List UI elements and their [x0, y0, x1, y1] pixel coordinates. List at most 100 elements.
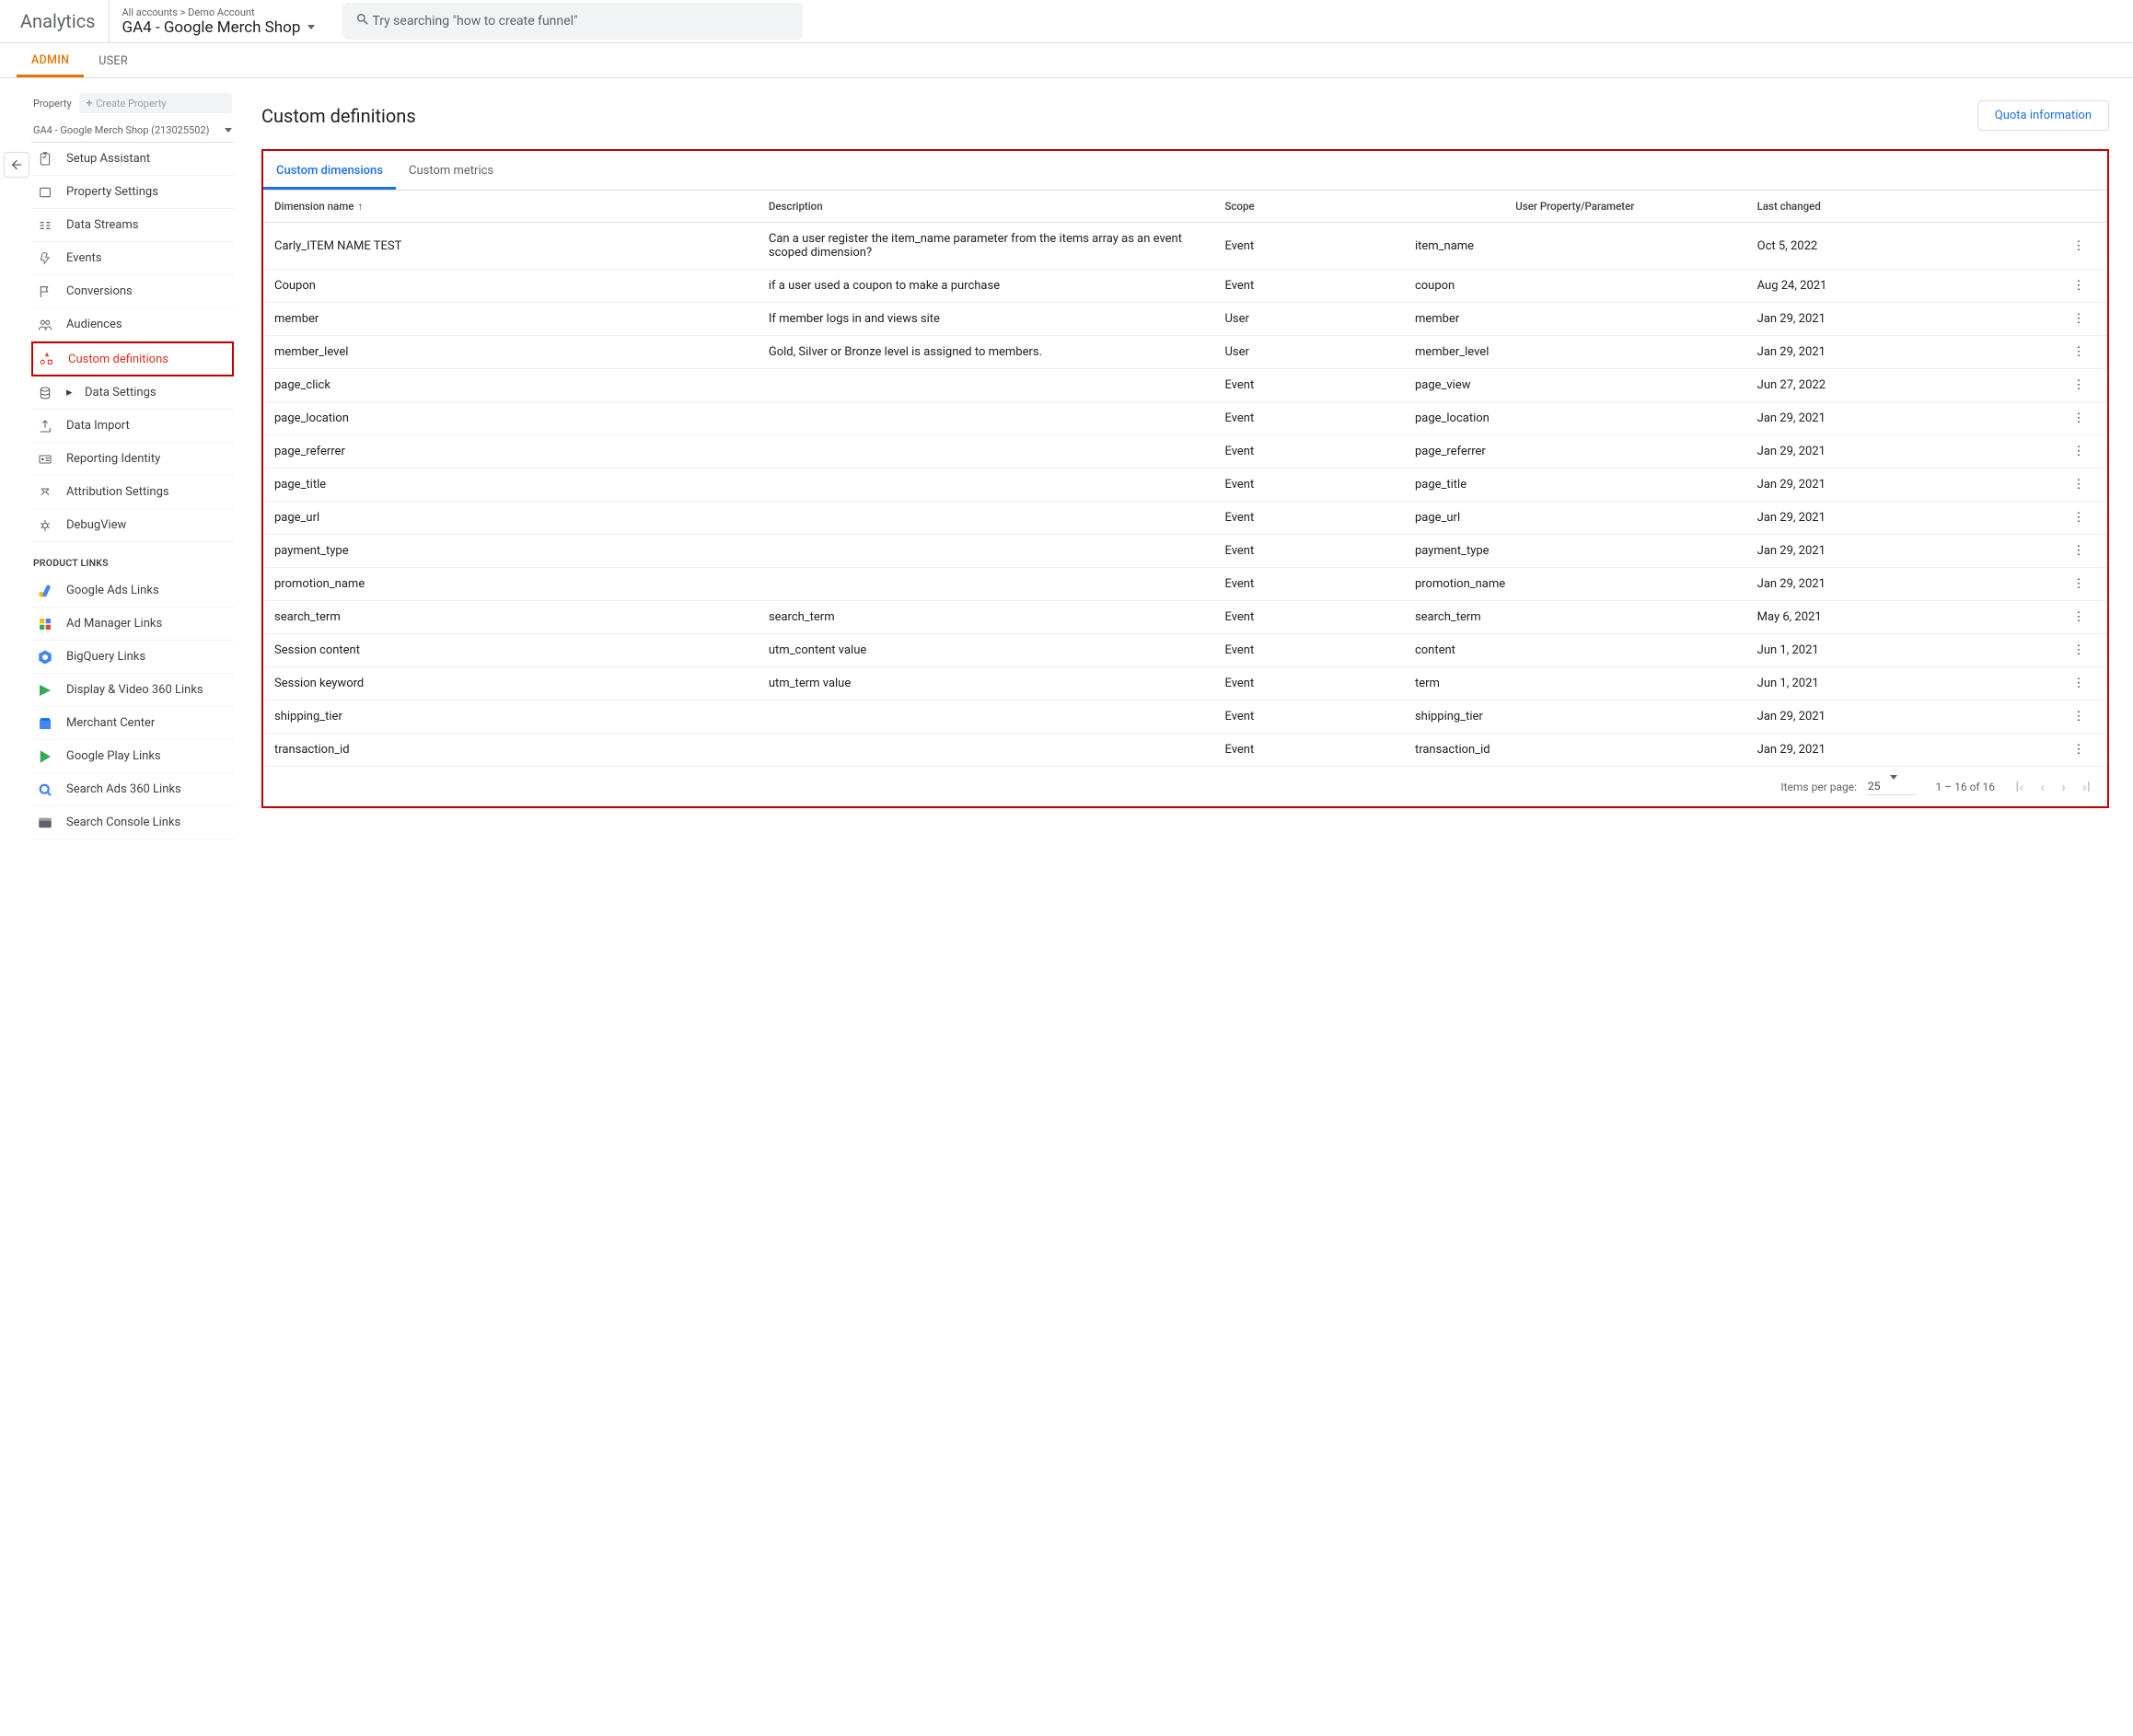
column-header-parameter[interactable]: User Property/Parameter	[1404, 191, 1746, 223]
row-actions-button[interactable]: ⋮	[2050, 223, 2107, 270]
cell-description: Can a user register the item_name parame…	[758, 223, 1214, 270]
identity-icon	[35, 452, 55, 467]
sidebar-item-reporting-identity[interactable]: Reporting Identity	[31, 443, 234, 476]
row-actions-button[interactable]: ⋮	[2050, 369, 2107, 402]
page-last-button[interactable]: ›I	[2082, 778, 2091, 795]
row-actions-button[interactable]: ⋮	[2050, 336, 2107, 369]
cell-scope: Event	[1213, 734, 1403, 767]
custom-icon	[37, 352, 57, 366]
property-select[interactable]: GA4 - Google Merch Shop (213025502)	[31, 119, 234, 143]
table-row: transaction_idEventtransaction_idJan 29,…	[263, 734, 2107, 767]
cell-description: if a user used a coupon to make a purcha…	[758, 270, 1214, 303]
cell-parameter: content	[1404, 634, 1746, 667]
row-actions-button[interactable]: ⋮	[2050, 700, 2107, 734]
sidebar-item-label: Google Play Links	[66, 749, 161, 763]
cell-last-changed: Oct 5, 2022	[1746, 223, 2050, 270]
sidebar-item-custom-definitions[interactable]: Custom definitions	[31, 341, 234, 376]
cell-last-changed: Jan 29, 2021	[1746, 535, 2050, 568]
row-actions-button[interactable]: ⋮	[2050, 469, 2107, 502]
row-actions-button[interactable]: ⋮	[2050, 634, 2107, 667]
sidebar-item-google-ads-links[interactable]: Google Ads Links	[31, 574, 234, 608]
items-per-page-label: Items per page:	[1780, 781, 1857, 793]
cell-scope: Event	[1213, 634, 1403, 667]
sidebar-item-data-import[interactable]: Data Import	[31, 410, 234, 443]
items-per-page-select[interactable]: 25	[1866, 778, 1916, 795]
cell-scope: Event	[1213, 469, 1403, 502]
search-bar[interactable]	[342, 3, 803, 40]
create-property-label: Create Property	[96, 98, 166, 110]
sidebar-item-search-ads-360-links[interactable]: Search Ads 360 Links	[31, 773, 234, 806]
sidebar-item-property-settings[interactable]: Property Settings	[31, 176, 234, 209]
column-header-scope[interactable]: Scope	[1213, 191, 1403, 223]
row-actions-button[interactable]: ⋮	[2050, 270, 2107, 303]
event-icon	[35, 251, 55, 266]
column-header-name[interactable]: Dimension name↑	[263, 191, 758, 223]
sidebar-item-search-console-links[interactable]: Search Console Links	[31, 806, 234, 839]
column-header-last-changed[interactable]: Last changed	[1746, 191, 2050, 223]
cell-description	[758, 435, 1214, 469]
sidebar-item-label: Reporting Identity	[66, 452, 160, 466]
tab-custom-dimensions[interactable]: Custom dimensions	[263, 151, 396, 190]
plus-icon: +	[87, 97, 93, 110]
page-next-button[interactable]: ›	[2061, 778, 2066, 795]
sidebar-item-debugview[interactable]: DebugView	[31, 509, 234, 542]
row-actions-button[interactable]: ⋮	[2050, 402, 2107, 435]
table-row: page_urlEventpage_urlJan 29, 2021⋮	[263, 502, 2107, 535]
sidebar-item-label: Audiences	[66, 318, 122, 331]
row-actions-button[interactable]: ⋮	[2050, 601, 2107, 634]
sidebar-item-attribution-settings[interactable]: Attribution Settings	[31, 476, 234, 509]
table-row: page_referrerEventpage_referrerJan 29, 2…	[263, 435, 2107, 469]
sidebar-item-display-video-360-links[interactable]: Display & Video 360 Links	[31, 674, 234, 707]
expand-caret-icon: ▸	[66, 386, 74, 399]
row-actions-button[interactable]: ⋮	[2050, 502, 2107, 535]
row-actions-button[interactable]: ⋮	[2050, 734, 2107, 767]
table-row: search_termsearch_termEventsearch_termMa…	[263, 601, 2107, 634]
cell-parameter: page_view	[1404, 369, 1746, 402]
sidebar-item-bigquery-links[interactable]: BigQuery Links	[31, 641, 234, 674]
page-prev-button[interactable]: ‹	[2040, 778, 2045, 795]
sidebar-item-ad-manager-links[interactable]: Ad Manager Links	[31, 608, 234, 641]
property-name: GA4 - Google Merch Shop	[122, 18, 301, 37]
row-actions-button[interactable]: ⋮	[2050, 303, 2107, 336]
cell-last-changed: Jan 29, 2021	[1746, 734, 2050, 767]
cell-description	[758, 700, 1214, 734]
quota-information-button[interactable]: Quota information	[1977, 100, 2109, 131]
sort-asc-icon: ↑	[357, 200, 363, 213]
row-actions-button[interactable]: ⋮	[2050, 667, 2107, 700]
cell-parameter: page_url	[1404, 502, 1746, 535]
search-input[interactable]	[370, 13, 790, 29]
back-button[interactable]	[4, 152, 29, 178]
cell-parameter: page_location	[1404, 402, 1746, 435]
search-icon	[355, 12, 370, 30]
page-first-button[interactable]: I‹	[2015, 778, 2023, 795]
cell-description	[758, 469, 1214, 502]
sidebar-item-setup-assistant[interactable]: Setup Assistant	[31, 143, 234, 176]
sidebar-item-merchant-center[interactable]: Merchant Center	[31, 707, 234, 740]
row-actions-button[interactable]: ⋮	[2050, 435, 2107, 469]
sidebar-item-conversions[interactable]: Conversions	[31, 275, 234, 308]
sidebar-item-data-streams[interactable]: Data Streams	[31, 209, 234, 242]
sidebar-item-data-settings[interactable]: ▸Data Settings	[31, 376, 234, 410]
cell-description: utm_term value	[758, 667, 1214, 700]
tab-custom-metrics[interactable]: Custom metrics	[396, 151, 506, 190]
sidebar-item-events[interactable]: Events	[31, 242, 234, 275]
ads-icon	[35, 583, 55, 599]
row-actions-button[interactable]: ⋮	[2050, 535, 2107, 568]
sidebar-item-google-play-links[interactable]: Google Play Links	[31, 740, 234, 773]
table-row: Carly_ITEM NAME TESTCan a user register …	[263, 223, 2107, 270]
cell-name: payment_type	[263, 535, 758, 568]
table-row: page_clickEventpage_viewJun 27, 2022⋮	[263, 369, 2107, 402]
tab-user[interactable]: USER	[84, 54, 143, 77]
row-actions-button[interactable]: ⋮	[2050, 568, 2107, 601]
cell-description	[758, 369, 1214, 402]
cell-last-changed: May 6, 2021	[1746, 601, 2050, 634]
cell-description	[758, 502, 1214, 535]
tab-admin[interactable]: ADMIN	[17, 53, 84, 77]
cell-parameter: coupon	[1404, 270, 1746, 303]
column-header-description[interactable]: Description	[758, 191, 1214, 223]
cell-parameter: item_name	[1404, 223, 1746, 270]
cell-scope: Event	[1213, 402, 1403, 435]
sidebar-item-audiences[interactable]: Audiences	[31, 308, 234, 341]
account-picker[interactable]: All accounts > Demo Account GA4 - Google…	[122, 6, 316, 37]
cell-description	[758, 568, 1214, 601]
